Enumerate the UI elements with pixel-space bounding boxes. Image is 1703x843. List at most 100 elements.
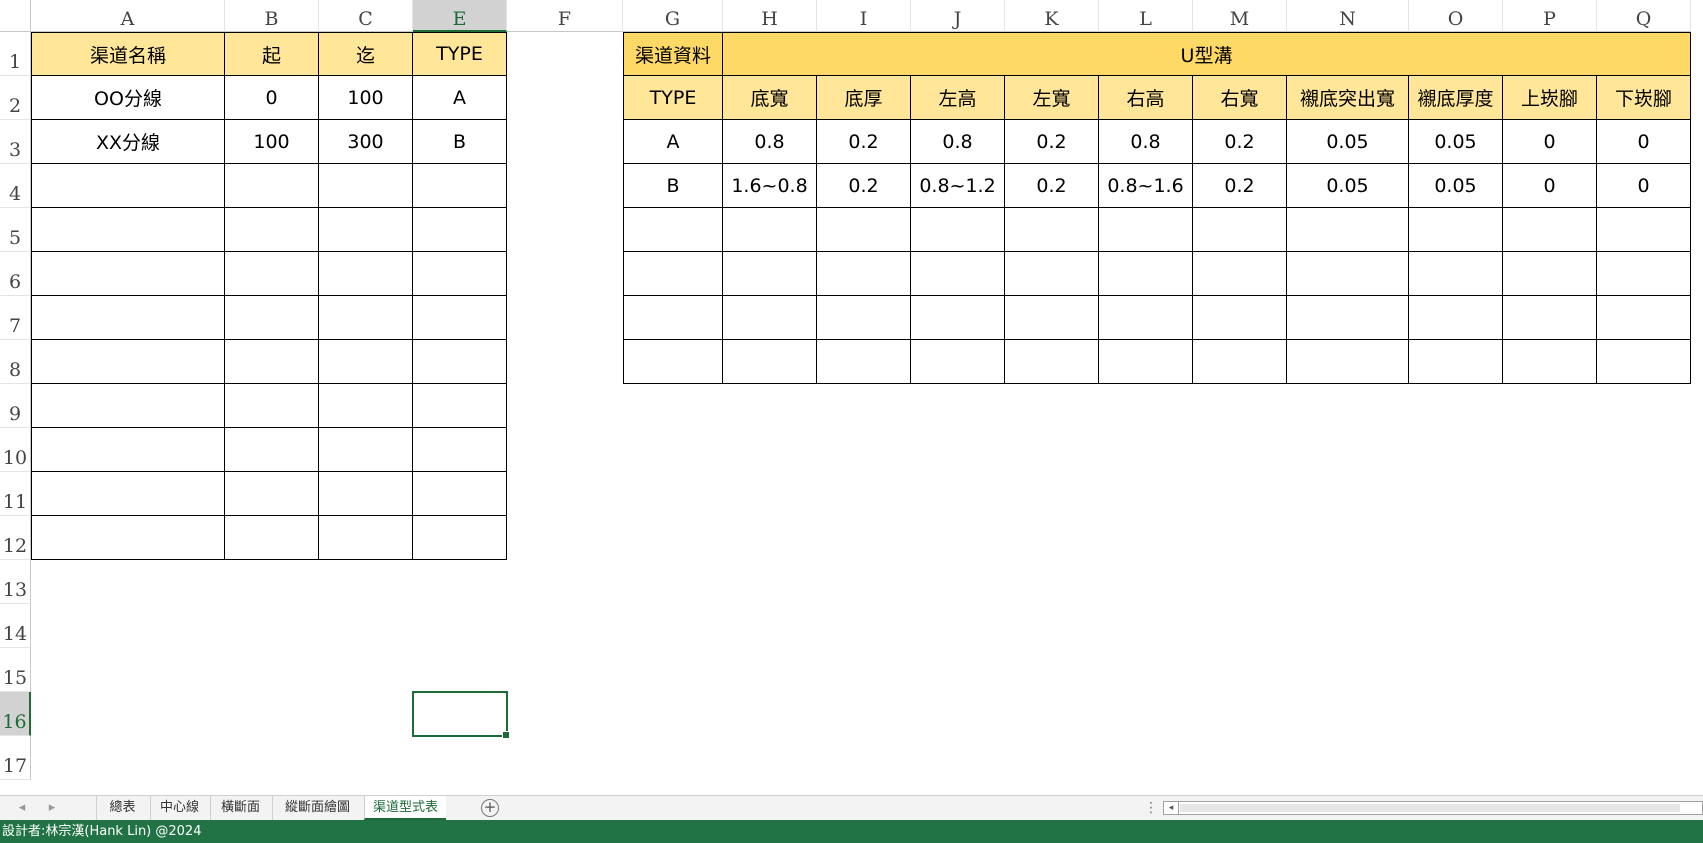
row-header-7[interactable]: 7 — [0, 296, 31, 340]
row-header-11[interactable]: 11 — [0, 472, 31, 516]
right-data-cell[interactable]: 0.8~1.6 — [1099, 164, 1193, 208]
empty-cell[interactable] — [1099, 252, 1193, 296]
empty-cell[interactable] — [31, 472, 225, 516]
right-data-cell[interactable]: 0.05 — [1409, 120, 1503, 164]
right-header-cell[interactable]: 襯底厚度 — [1409, 76, 1503, 120]
empty-cell[interactable] — [911, 252, 1005, 296]
empty-cell[interactable] — [31, 384, 225, 428]
row-header-4[interactable]: 4 — [0, 164, 31, 208]
empty-cell[interactable] — [817, 340, 911, 384]
empty-cell[interactable] — [413, 252, 507, 296]
right-data-cell[interactable]: 0 — [1503, 120, 1597, 164]
empty-cell[interactable] — [623, 252, 723, 296]
empty-cell[interactable] — [225, 252, 319, 296]
tab-scroll-left-icon[interactable]: ◂ — [10, 796, 34, 820]
empty-cell[interactable] — [1005, 296, 1099, 340]
column-header-n[interactable]: N — [1287, 0, 1409, 32]
right-data-cell[interactable]: 0.2 — [1193, 120, 1287, 164]
empty-cell[interactable] — [1287, 296, 1409, 340]
right-data-cell[interactable]: 0 — [1597, 164, 1691, 208]
right-header-cell[interactable]: 下崁腳 — [1597, 76, 1691, 120]
empty-cell[interactable] — [817, 252, 911, 296]
left-header-cell[interactable]: TYPE — [413, 32, 507, 76]
empty-cell[interactable] — [225, 208, 319, 252]
empty-cell[interactable] — [1597, 252, 1691, 296]
empty-cell[interactable] — [911, 208, 1005, 252]
tab-bar-splitter-icon[interactable]: ⋮ — [1144, 796, 1158, 820]
right-data-cell[interactable]: 0.05 — [1409, 164, 1503, 208]
empty-cell[interactable] — [1099, 208, 1193, 252]
empty-cell[interactable] — [413, 296, 507, 340]
column-header-o[interactable]: O — [1409, 0, 1503, 32]
right-data-cell[interactable]: 0.8~1.2 — [911, 164, 1005, 208]
empty-cell[interactable] — [911, 340, 1005, 384]
empty-cell[interactable] — [1409, 252, 1503, 296]
column-header-p[interactable]: P — [1503, 0, 1597, 32]
empty-cell[interactable] — [723, 296, 817, 340]
empty-cell[interactable] — [623, 296, 723, 340]
row-header-1[interactable]: 1 — [0, 32, 31, 76]
empty-cell[interactable] — [225, 384, 319, 428]
right-data-cell[interactable]: 0.2 — [817, 120, 911, 164]
empty-cell[interactable] — [31, 340, 225, 384]
column-header-e[interactable]: E — [413, 0, 507, 32]
empty-cell[interactable] — [1597, 208, 1691, 252]
left-data-cell[interactable]: 300 — [319, 120, 413, 164]
empty-cell[interactable] — [1409, 340, 1503, 384]
empty-cell[interactable] — [319, 296, 413, 340]
empty-cell[interactable] — [1503, 340, 1597, 384]
tab-scroll-right-icon[interactable]: ▸ — [40, 796, 64, 820]
empty-cell[interactable] — [319, 208, 413, 252]
row-header-3[interactable]: 3 — [0, 120, 31, 164]
row-header-12[interactable]: 12 — [0, 516, 31, 560]
right-header-cell[interactable]: TYPE — [623, 76, 723, 120]
right-header-cell[interactable]: 左寬 — [1005, 76, 1099, 120]
empty-cell[interactable] — [319, 340, 413, 384]
empty-cell[interactable] — [623, 208, 723, 252]
empty-cell[interactable] — [225, 472, 319, 516]
right-header-cell[interactable]: 上崁腳 — [1503, 76, 1597, 120]
empty-cell[interactable] — [1409, 208, 1503, 252]
empty-cell[interactable] — [723, 208, 817, 252]
empty-cell[interactable] — [1005, 208, 1099, 252]
empty-cell[interactable] — [817, 208, 911, 252]
sheet-tab[interactable]: 中心線 — [150, 796, 208, 820]
row-header-2[interactable]: 2 — [0, 76, 31, 120]
empty-cell[interactable] — [817, 296, 911, 340]
empty-cell[interactable] — [319, 164, 413, 208]
column-header-a[interactable]: A — [31, 0, 225, 32]
scrollbar-thumb[interactable] — [1180, 804, 1680, 812]
column-header-q[interactable]: Q — [1597, 0, 1691, 32]
empty-cell[interactable] — [1503, 252, 1597, 296]
spreadsheet-grid[interactable]: ABCEFGHIJKLMNOPQ 1 2 3 4 5 6 7 8 9 10 11 12 13 14 15 16… — [0, 0, 1703, 795]
right-main-title-cell[interactable]: U型溝 — [723, 32, 1691, 76]
empty-cell[interactable] — [623, 340, 723, 384]
empty-cell[interactable] — [1005, 340, 1099, 384]
empty-cell[interactable] — [723, 340, 817, 384]
row-header-17[interactable]: 17 — [0, 736, 31, 780]
right-data-cell[interactable]: A — [623, 120, 723, 164]
row-header-5[interactable]: 5 — [0, 208, 31, 252]
right-data-cell[interactable]: 0.2 — [1005, 120, 1099, 164]
right-header-cell[interactable]: 右高 — [1099, 76, 1193, 120]
empty-cell[interactable] — [413, 516, 507, 560]
empty-cell[interactable] — [1597, 340, 1691, 384]
empty-cell[interactable] — [31, 428, 225, 472]
row-header-15[interactable]: 15 — [0, 648, 31, 692]
empty-cell[interactable] — [413, 472, 507, 516]
row-header-6[interactable]: 6 — [0, 252, 31, 296]
empty-cell[interactable] — [1503, 296, 1597, 340]
empty-cell[interactable] — [1287, 252, 1409, 296]
empty-cell[interactable] — [1005, 252, 1099, 296]
empty-cell[interactable] — [413, 428, 507, 472]
empty-cell[interactable] — [31, 296, 225, 340]
empty-cell[interactable] — [1409, 296, 1503, 340]
empty-cell[interactable] — [1193, 340, 1287, 384]
add-sheet-icon[interactable]: + — [481, 799, 499, 817]
empty-cell[interactable] — [413, 164, 507, 208]
empty-cell[interactable] — [413, 384, 507, 428]
empty-cell[interactable] — [31, 252, 225, 296]
left-data-cell[interactable]: A — [413, 76, 507, 120]
right-data-cell[interactable]: 0 — [1503, 164, 1597, 208]
right-data-cell[interactable]: 0 — [1597, 120, 1691, 164]
